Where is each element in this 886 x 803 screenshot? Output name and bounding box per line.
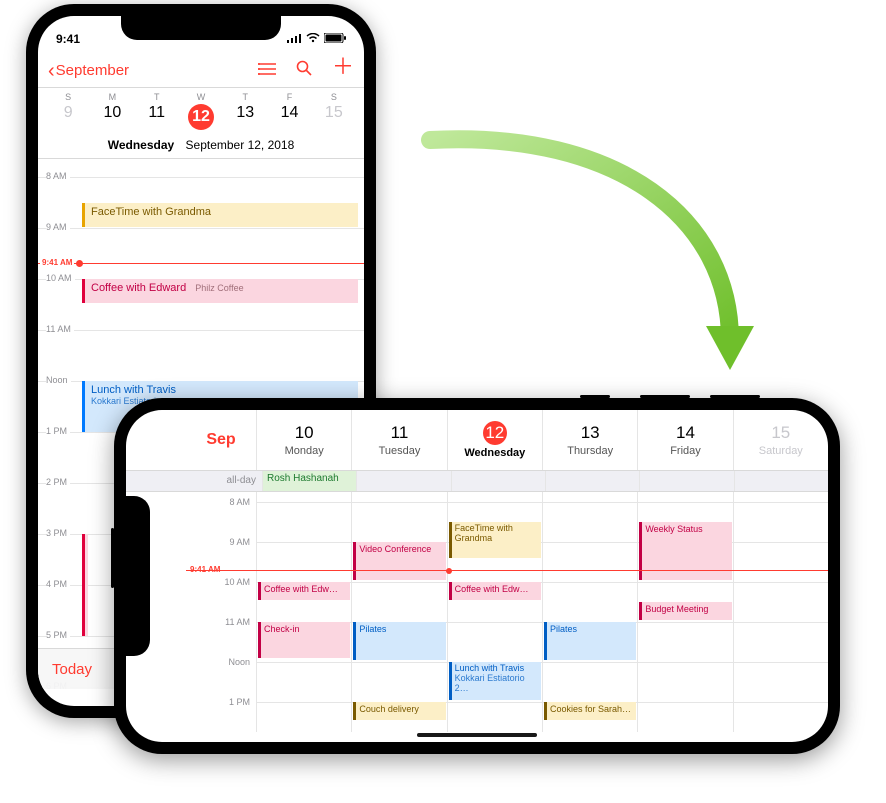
event-pilates-tue[interactable]: Pilates — [353, 622, 445, 660]
day-column: Coffee with Edw… Check-in — [256, 492, 351, 732]
week-header: Sep 10Monday 11Tuesday 12Wednesday 13Thu… — [126, 410, 828, 471]
day-header[interactable]: 10Monday — [256, 410, 351, 470]
event-coffee-mon[interactable]: Coffee with Edw… — [258, 582, 350, 600]
event-weekly[interactable]: Weekly Status — [639, 522, 731, 580]
event-video-conf[interactable]: Video Conference — [353, 542, 445, 580]
day-column — [733, 492, 828, 732]
date-cell-selected[interactable]: 12 — [179, 104, 223, 130]
event-budget[interactable]: Budget Meeting — [639, 602, 731, 620]
wifi-icon — [306, 32, 320, 46]
back-label: September — [56, 62, 129, 79]
status-time: 9:41 — [56, 32, 80, 46]
date-cell[interactable]: 14 — [267, 104, 311, 130]
now-indicator: 9:41 AM — [186, 570, 828, 571]
day-column: Video Conference Pilates Couch delivery — [351, 492, 446, 732]
month-back-button[interactable]: Sep — [186, 410, 256, 470]
event-lunch[interactable]: Lunch with Travis Kokkari Estiatorio 2… — [449, 662, 541, 700]
notch — [126, 496, 150, 656]
date-cell[interactable]: 11 — [135, 104, 179, 130]
phone-landscape-frame: Sep 10Monday 11Tuesday 12Wednesday 13Thu… — [114, 398, 840, 754]
day-header[interactable]: 11Tuesday — [351, 410, 446, 470]
allday-event[interactable]: Rosh Hashanah — [262, 471, 356, 491]
landscape-screen: Sep 10Monday 11Tuesday 12Wednesday 13Thu… — [126, 410, 828, 742]
add-event-icon[interactable]: ＋ — [332, 60, 354, 81]
event-coffee[interactable]: Coffee with Edward Philz Coffee — [82, 279, 358, 303]
event-coffee-wed[interactable]: Coffee with Edw… — [449, 582, 541, 600]
event-pilates-thu[interactable]: Pilates — [544, 622, 636, 660]
day-header[interactable]: 13Thursday — [542, 410, 637, 470]
date-cell[interactable]: 15 — [312, 104, 356, 130]
list-view-icon[interactable] — [258, 60, 276, 81]
event-couch[interactable]: Couch delivery — [353, 702, 445, 720]
allday-row: all-day Rosh Hashanah — [126, 471, 828, 492]
time-gutter: 8 AM 9 AM 10 AM 11 AM Noon 1 PM — [186, 492, 256, 732]
home-indicator[interactable] — [417, 733, 537, 737]
battery-icon — [324, 32, 346, 46]
event-stub[interactable] — [82, 534, 88, 636]
weekday-row: S M T W T F S — [38, 88, 364, 104]
week-grid[interactable]: 9:41 AM 8 AM 9 AM 10 AM 11 AM Noon 1 PM … — [126, 492, 828, 732]
day-column: Pilates Cookies for Sarah… — [542, 492, 637, 732]
notch — [121, 16, 281, 40]
status-icons — [287, 32, 346, 46]
event-checkin[interactable]: Check-in — [258, 622, 350, 658]
day-column: FaceTime with Grandma Coffee with Edw… L… — [447, 492, 542, 732]
search-icon[interactable] — [296, 60, 312, 81]
now-indicator: 9:41 AM — [38, 263, 364, 264]
day-header[interactable]: 14Friday — [637, 410, 732, 470]
event-cookies[interactable]: Cookies for Sarah… — [544, 702, 636, 720]
date-row: 9 10 11 12 13 14 15 — [38, 104, 364, 134]
date-cell[interactable]: 9 — [46, 104, 90, 130]
nav-bar: ‹ September ＋ — [38, 56, 364, 88]
date-cell[interactable]: 13 — [223, 104, 267, 130]
rotation-arrow-icon — [390, 130, 810, 410]
day-header[interactable]: 15Saturday — [733, 410, 828, 470]
day-column: Weekly Status Budget Meeting — [637, 492, 732, 732]
event-facetime[interactable]: FaceTime with Grandma — [449, 522, 541, 558]
signal-icon — [287, 32, 302, 46]
back-button[interactable]: ‹ September — [48, 61, 129, 81]
event-facetime[interactable]: FaceTime with Grandma — [82, 203, 358, 227]
chevron-left-icon: ‹ — [48, 61, 55, 81]
full-date-label: Wednesday September 12, 2018 — [38, 134, 364, 159]
date-cell[interactable]: 10 — [90, 104, 134, 130]
day-header-selected[interactable]: 12Wednesday — [447, 410, 542, 470]
